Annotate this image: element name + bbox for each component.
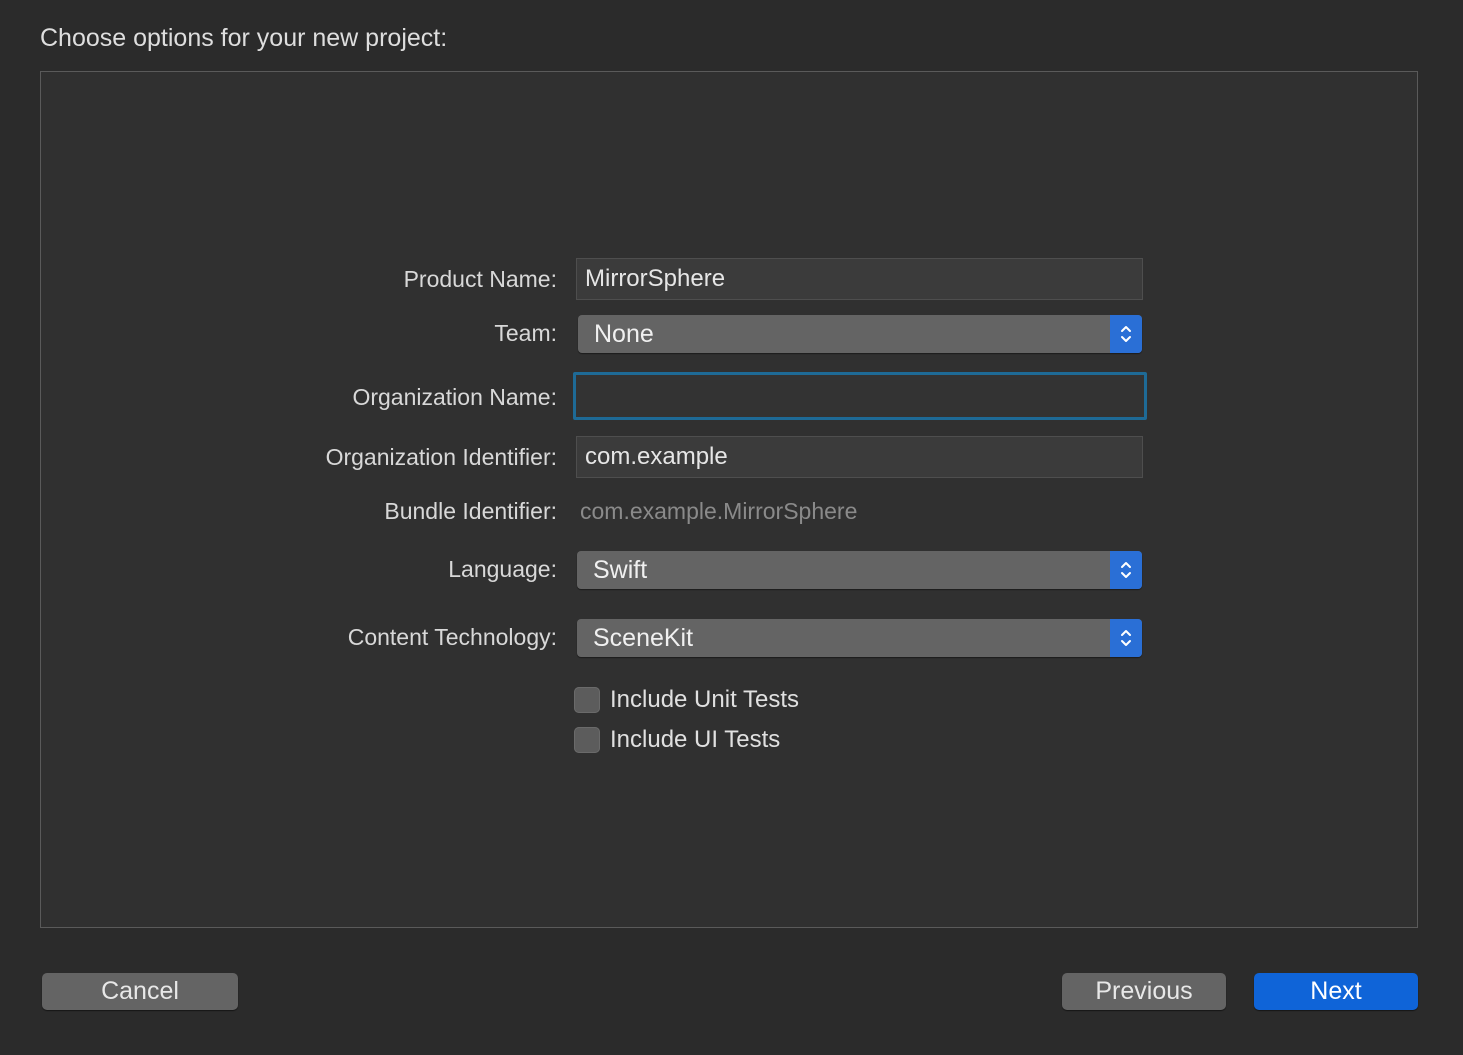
language-selected-value: Swift (593, 556, 648, 584)
chevron-up-down-icon (1110, 315, 1142, 353)
include-unit-tests-row[interactable]: Include Unit Tests (574, 685, 799, 715)
bundle-identifier-label: Bundle Identifier: (384, 498, 557, 524)
next-button[interactable]: Next (1254, 973, 1418, 1010)
language-label: Language: (448, 556, 557, 582)
team-popup[interactable]: None (578, 315, 1142, 353)
include-unit-tests-label: Include Unit Tests (610, 686, 799, 713)
content-technology-label: Content Technology: (347, 624, 557, 650)
content-technology-popup[interactable]: SceneKit (577, 619, 1142, 657)
page-title: Choose options for your new project: (40, 24, 448, 52)
organization-identifier-field[interactable]: com.example (576, 436, 1143, 478)
product-name-label: Product Name: (403, 266, 557, 292)
team-label: Team: (494, 320, 557, 346)
content-technology-selected-value: SceneKit (593, 624, 694, 652)
organization-identifier-label: Organization Identifier: (325, 444, 557, 470)
chevron-up-down-icon (1110, 619, 1142, 657)
include-unit-tests-checkbox[interactable] (574, 687, 600, 713)
include-ui-tests-checkbox[interactable] (574, 727, 600, 753)
cancel-button[interactable]: Cancel (42, 973, 238, 1010)
include-ui-tests-label: Include UI Tests (610, 726, 781, 753)
bundle-identifier-value: com.example.MirrorSphere (580, 498, 858, 524)
product-name-field[interactable]: MirrorSphere (576, 258, 1143, 300)
previous-button[interactable]: Previous (1062, 973, 1226, 1010)
organization-name-label: Organization Name: (352, 384, 557, 410)
chevron-up-down-icon (1110, 551, 1142, 589)
organization-name-field[interactable] (573, 372, 1147, 420)
include-ui-tests-row[interactable]: Include UI Tests (574, 725, 780, 755)
team-selected-value: None (594, 320, 654, 348)
language-popup[interactable]: Swift (577, 551, 1142, 589)
